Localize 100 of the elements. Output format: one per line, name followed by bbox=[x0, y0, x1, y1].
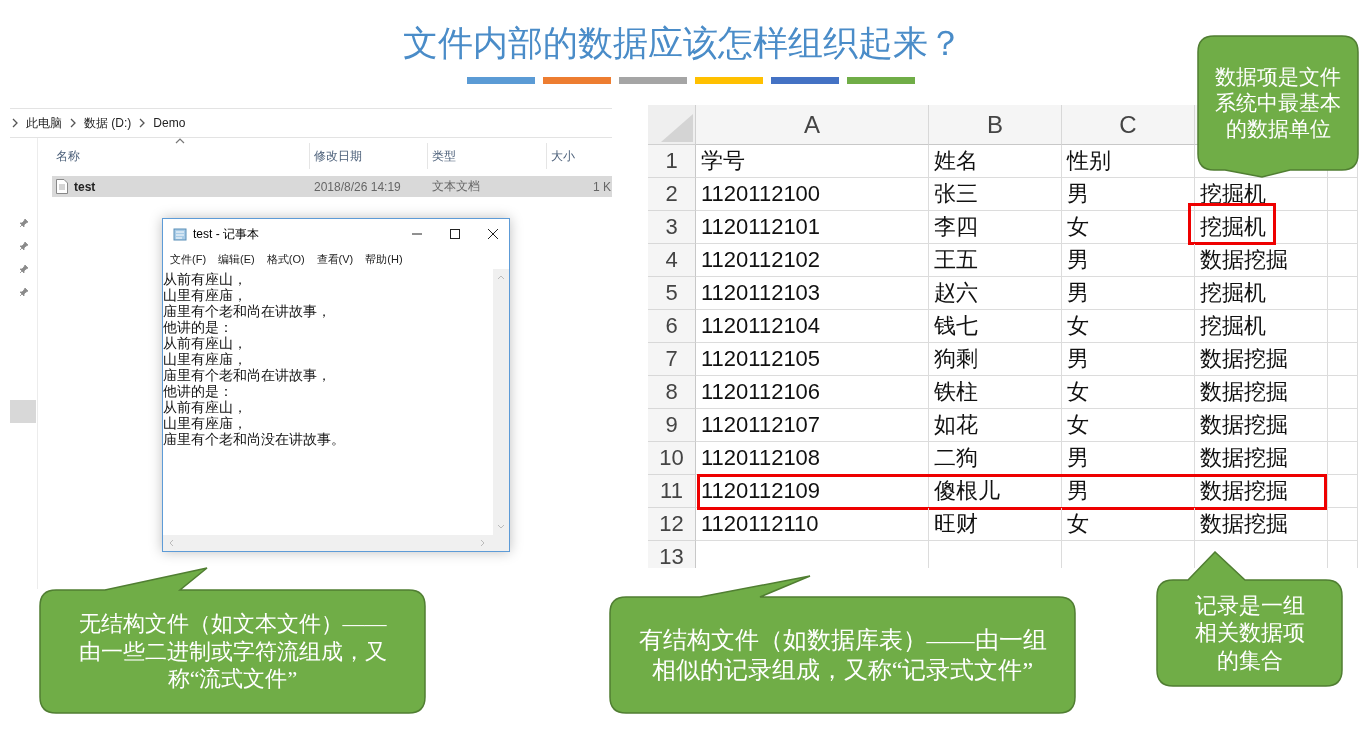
scroll-right-icon[interactable] bbox=[480, 539, 485, 547]
table-cell: 旺财 bbox=[929, 508, 1062, 541]
table-cell: 女 bbox=[1062, 409, 1195, 442]
slide-title: 文件内部的数据应该怎样组织起来？ bbox=[402, 23, 963, 65]
row-number[interactable]: 7 bbox=[648, 343, 696, 376]
maximize-icon[interactable] bbox=[449, 228, 461, 240]
breadcrumb-item[interactable]: Demo bbox=[153, 116, 186, 130]
callout-text: 无结构文件（如文本文件）——由一些二进制或字符流组成，又称“流式文件” bbox=[77, 610, 388, 693]
chevron-right-icon bbox=[139, 118, 146, 128]
row-number[interactable]: 1 bbox=[648, 145, 696, 178]
table-cell: 数据挖掘 bbox=[1195, 409, 1328, 442]
column-header[interactable]: C bbox=[1062, 105, 1195, 145]
table-cell: 男 bbox=[1062, 277, 1195, 310]
table-cell: 数据挖掘 bbox=[1195, 244, 1328, 277]
table-cell: 挖掘机 bbox=[1195, 310, 1328, 343]
table-cell: 挖掘机 bbox=[1195, 211, 1328, 244]
window-title: test - 记事本 bbox=[193, 225, 259, 243]
row-number[interactable]: 2 bbox=[648, 178, 696, 211]
text-line: 山里有座庙， bbox=[163, 415, 247, 431]
pin-icon[interactable] bbox=[18, 287, 29, 297]
table-cell: 钱七 bbox=[929, 310, 1062, 343]
breadcrumb-item[interactable]: 数据 (D:) bbox=[84, 114, 132, 132]
callout-text: 数据项是文件系统中最基本的数据单位 bbox=[1214, 63, 1342, 143]
row-number[interactable]: 3 bbox=[648, 211, 696, 244]
table-cell bbox=[1328, 310, 1358, 343]
table-cell: 傻根儿 bbox=[929, 475, 1062, 508]
table-cell: 挖掘机 bbox=[1195, 277, 1328, 310]
file-type: 文本文档 bbox=[431, 178, 481, 195]
table-cell: 男 bbox=[1062, 343, 1195, 376]
text-line: 庙里有个老和尚在讲故事， bbox=[163, 303, 331, 319]
breadcrumb-item[interactable]: 此电脑 bbox=[26, 114, 62, 132]
table-cell bbox=[1328, 343, 1358, 376]
text-line: 从前有座山， bbox=[163, 335, 247, 351]
table-cell: 男 bbox=[1062, 442, 1195, 475]
table-cell: 王五 bbox=[929, 244, 1062, 277]
column-header[interactable]: A bbox=[696, 105, 929, 145]
file-row[interactable]: test 2018/8/26 14:19 文本文档 1 K bbox=[52, 176, 612, 197]
column-header[interactable]: 类型 bbox=[428, 143, 547, 169]
column-header[interactable]: 修改日期 bbox=[310, 143, 428, 169]
row-number[interactable]: 5 bbox=[648, 277, 696, 310]
row-number[interactable]: 11 bbox=[648, 475, 696, 508]
table-cell: 二狗 bbox=[929, 442, 1062, 475]
menu-item[interactable]: 文件(F) bbox=[170, 251, 207, 267]
table-cell: 男 bbox=[1062, 178, 1195, 211]
table-cell: 学号 bbox=[696, 145, 929, 178]
table-cell: 女 bbox=[1062, 310, 1195, 343]
text-line: 他讲的是： bbox=[163, 319, 233, 335]
row-number[interactable]: 12 bbox=[648, 508, 696, 541]
table-cell: 1120112102 bbox=[696, 244, 929, 277]
table-cell: 铁柱 bbox=[929, 376, 1062, 409]
row-number[interactable]: 4 bbox=[648, 244, 696, 277]
table-cell bbox=[1328, 508, 1358, 541]
column-header[interactable]: 大小 bbox=[547, 143, 611, 169]
pin-icon[interactable] bbox=[18, 264, 29, 274]
menu-item[interactable]: 格式(O) bbox=[266, 251, 305, 267]
pin-icon[interactable] bbox=[18, 241, 29, 251]
menu-item[interactable]: 查看(V) bbox=[316, 251, 354, 267]
table-cell: 女 bbox=[1062, 376, 1195, 409]
table-cell: 数据挖掘 bbox=[1195, 442, 1328, 475]
table-cell: 赵六 bbox=[929, 277, 1062, 310]
file-date: 2018/8/26 14:19 bbox=[313, 179, 402, 194]
table-cell: 张三 bbox=[929, 178, 1062, 211]
table-cell: 1120112109 bbox=[696, 475, 929, 508]
text-area[interactable]: 从前有座山， 山里有座庙， 庙里有个老和尚在讲故事， 他讲的是： 从前有座山， 山里有座庙， 庙里有个老和尚在讲故事， 他讲的是： 从前有座山， 山里有座庙， 庙里有个老和尚没在讲故事。 bbox=[163, 269, 493, 535]
table-cell bbox=[1328, 178, 1358, 211]
row-number[interactable]: 9 bbox=[648, 409, 696, 442]
table-cell: 数据挖掘 bbox=[1195, 475, 1328, 508]
select-all-corner[interactable] bbox=[648, 105, 696, 145]
column-header[interactable]: B bbox=[929, 105, 1062, 145]
text-line: 山里有座庙， bbox=[163, 351, 247, 367]
menu-item[interactable]: 编辑(E) bbox=[218, 251, 255, 267]
table-cell bbox=[1328, 244, 1358, 277]
table-cell bbox=[1328, 409, 1358, 442]
row-number[interactable]: 6 bbox=[648, 310, 696, 343]
column-header[interactable]: 名称 bbox=[52, 143, 310, 169]
table-cell bbox=[1328, 277, 1358, 310]
row-number[interactable]: 10 bbox=[648, 442, 696, 475]
scroll-down-icon[interactable] bbox=[497, 524, 505, 529]
scrollbar-thumb[interactable] bbox=[9, 400, 36, 423]
horizontal-scrollbar[interactable] bbox=[163, 535, 509, 551]
text-file-icon bbox=[56, 179, 68, 194]
row-number[interactable]: 8 bbox=[648, 376, 696, 409]
chevron-right-icon bbox=[70, 118, 76, 128]
table-cell: 女 bbox=[1062, 508, 1195, 541]
table-cell: 1120112108 bbox=[696, 442, 929, 475]
table-cell: 如花 bbox=[929, 409, 1062, 442]
pin-icon[interactable] bbox=[18, 218, 29, 228]
menu-item[interactable]: 帮助(H) bbox=[365, 251, 403, 267]
chevron-right-icon bbox=[12, 118, 18, 128]
scroll-left-icon[interactable] bbox=[169, 539, 174, 547]
table-cell: 1120112101 bbox=[696, 211, 929, 244]
table-cell: 女 bbox=[1062, 211, 1195, 244]
close-icon[interactable] bbox=[487, 228, 499, 240]
row-number[interactable]: 13 bbox=[648, 541, 696, 568]
text-line: 庙里有个老和尚没在讲故事。 bbox=[163, 431, 345, 447]
table-cell: 性别 bbox=[1062, 145, 1195, 178]
scroll-up-icon[interactable] bbox=[497, 275, 505, 280]
text-line: 他讲的是： bbox=[163, 383, 233, 399]
table-cell: 1120112106 bbox=[696, 376, 929, 409]
vertical-scrollbar[interactable] bbox=[493, 269, 509, 535]
